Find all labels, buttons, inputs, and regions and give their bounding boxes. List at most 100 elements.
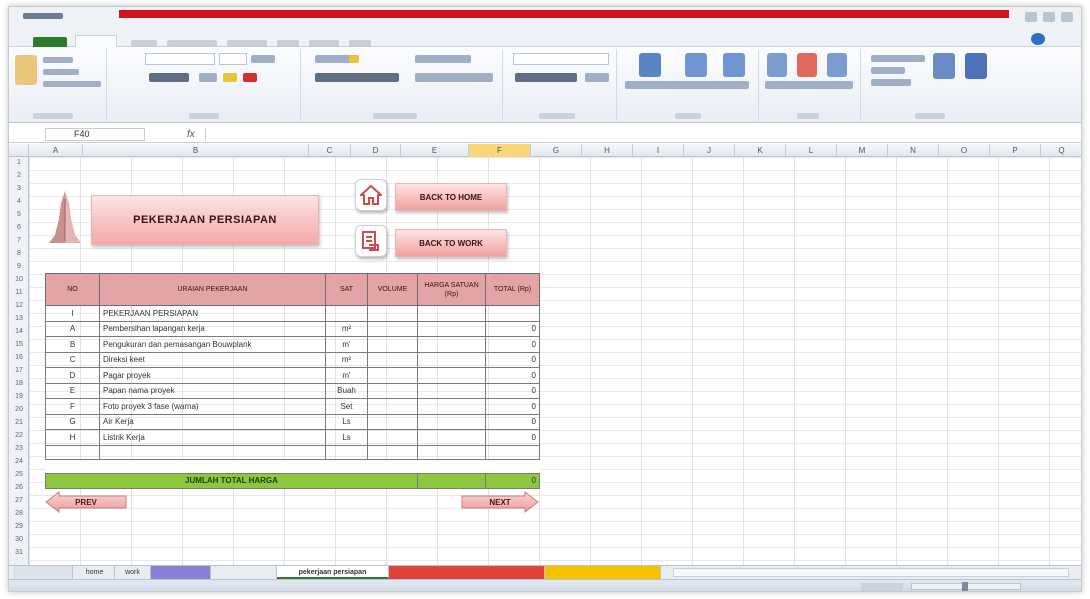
- home-icon[interactable]: [355, 179, 387, 211]
- font-name-select[interactable]: [145, 53, 215, 65]
- row-total[interactable]: 0: [485, 336, 540, 353]
- sort-filter-icon[interactable]: [933, 53, 955, 79]
- borders-icon[interactable]: [199, 73, 217, 82]
- row-sat[interactable]: m': [325, 367, 368, 384]
- row-no[interactable]: E: [45, 382, 100, 399]
- row-header[interactable]: 28: [9, 510, 29, 517]
- column-header-o[interactable]: O: [939, 144, 990, 157]
- row-uraian[interactable]: Foto proyek 3 fase (warna): [99, 398, 326, 415]
- row-no[interactable]: G: [45, 413, 100, 430]
- column-header-d[interactable]: D: [351, 144, 401, 157]
- fx-icon[interactable]: fx: [187, 129, 195, 140]
- sheet-tab[interactable]: [389, 566, 545, 579]
- row-header[interactable]: 19: [9, 393, 29, 400]
- table-cell[interactable]: [367, 444, 418, 460]
- column-header-n[interactable]: N: [888, 144, 939, 157]
- row-total[interactable]: 0: [485, 367, 540, 384]
- align-horizontal-icon[interactable]: [315, 73, 399, 82]
- row-header[interactable]: 24: [9, 458, 29, 465]
- row-uraian[interactable]: Papan nama proyek: [99, 382, 326, 399]
- row-volume[interactable]: [367, 336, 418, 353]
- fill-button[interactable]: [871, 67, 905, 74]
- fill-color-icon[interactable]: [223, 73, 237, 82]
- sheet-tab[interactable]: home: [75, 566, 115, 579]
- sheet-tab[interactable]: work: [115, 566, 151, 579]
- row-no[interactable]: H: [45, 429, 100, 446]
- row-total[interactable]: 0: [485, 429, 540, 446]
- row-volume[interactable]: [367, 398, 418, 415]
- row-uraian[interactable]: Pengukuran dan pemasangan Bouwplank: [99, 336, 326, 353]
- merge-center-button[interactable]: [415, 73, 493, 82]
- row-sat[interactable]: Ls: [325, 413, 368, 430]
- row-total[interactable]: 0: [485, 382, 540, 399]
- cut-button[interactable]: [43, 57, 73, 63]
- font-color-icon[interactable]: [243, 73, 257, 82]
- row-total[interactable]: 0: [485, 351, 540, 368]
- row-no[interactable]: B: [45, 336, 100, 353]
- row-header[interactable]: 20: [9, 406, 29, 413]
- table-cell[interactable]: [45, 458, 100, 474]
- column-header-q[interactable]: Q: [1041, 144, 1081, 157]
- column-header-g[interactable]: G: [531, 144, 582, 157]
- prev-button[interactable]: PREV: [45, 491, 127, 513]
- row-header[interactable]: 16: [9, 354, 29, 361]
- table-cell[interactable]: [325, 458, 368, 474]
- row-header[interactable]: 26: [9, 484, 29, 491]
- sheet-tab[interactable]: [151, 566, 211, 579]
- table-cell[interactable]: [417, 305, 486, 322]
- zoom-thumb[interactable]: [962, 582, 968, 591]
- column-header-h[interactable]: H: [582, 144, 633, 157]
- work-icon[interactable]: [355, 225, 387, 257]
- select-all-corner[interactable]: [9, 144, 29, 157]
- row-header[interactable]: 6: [9, 224, 29, 231]
- conditional-formatting-icon[interactable]: [639, 53, 661, 77]
- section-label[interactable]: PEKERJAAN PERSIAPAN: [99, 305, 326, 322]
- table-cell[interactable]: [99, 458, 326, 474]
- row-no[interactable]: F: [45, 398, 100, 415]
- row-harga[interactable]: [417, 429, 486, 446]
- row-header[interactable]: 22: [9, 432, 29, 439]
- row-harga[interactable]: [417, 398, 486, 415]
- grow-shrink-font-icon[interactable]: [251, 55, 275, 63]
- row-harga[interactable]: [417, 351, 486, 368]
- column-header-m[interactable]: M: [837, 144, 888, 157]
- row-header[interactable]: 25: [9, 471, 29, 478]
- insert-cells-icon[interactable]: [767, 53, 787, 77]
- back-to-work-button[interactable]: BACK TO WORK: [395, 229, 507, 257]
- format-as-table-icon[interactable]: [685, 53, 707, 77]
- format-painter-button[interactable]: [43, 81, 101, 87]
- number-format-select[interactable]: [513, 53, 609, 65]
- format-cells-icon[interactable]: [827, 53, 847, 77]
- column-header-f[interactable]: F: [469, 144, 531, 157]
- row-no[interactable]: D: [45, 367, 100, 384]
- row-sat[interactable]: m²: [325, 320, 368, 337]
- row-header[interactable]: 29: [9, 523, 29, 530]
- row-sat[interactable]: Set: [325, 398, 368, 415]
- row-volume[interactable]: [367, 351, 418, 368]
- row-uraian[interactable]: Pembersihan lapangan kerja: [99, 320, 326, 337]
- font-size-select[interactable]: [219, 53, 247, 65]
- sheet-tab-active[interactable]: pekerjaan persiapan: [277, 566, 389, 579]
- clear-button[interactable]: [871, 79, 911, 86]
- column-header-l[interactable]: L: [786, 144, 837, 157]
- row-header[interactable]: 11: [9, 289, 29, 296]
- delete-cells-icon[interactable]: [797, 53, 817, 77]
- close-icon[interactable]: [1061, 12, 1073, 22]
- row-total[interactable]: 0: [485, 413, 540, 430]
- table-cell[interactable]: [367, 458, 418, 474]
- row-header[interactable]: 8: [9, 250, 29, 257]
- table-cell[interactable]: [485, 458, 540, 474]
- row-harga[interactable]: [417, 413, 486, 430]
- section-no[interactable]: I: [45, 305, 100, 322]
- row-header[interactable]: 1: [9, 159, 29, 166]
- row-uraian[interactable]: Pagar proyek: [99, 367, 326, 384]
- zoom-slider[interactable]: [911, 582, 1021, 591]
- row-volume[interactable]: [367, 382, 418, 399]
- sheet-nav-arrows[interactable]: [13, 566, 73, 579]
- row-uraian[interactable]: Listrik Kerja: [99, 429, 326, 446]
- row-header[interactable]: 30: [9, 536, 29, 543]
- row-volume[interactable]: [367, 429, 418, 446]
- row-header[interactable]: 23: [9, 445, 29, 452]
- row-total[interactable]: 0: [485, 320, 540, 337]
- table-cell[interactable]: [417, 472, 486, 489]
